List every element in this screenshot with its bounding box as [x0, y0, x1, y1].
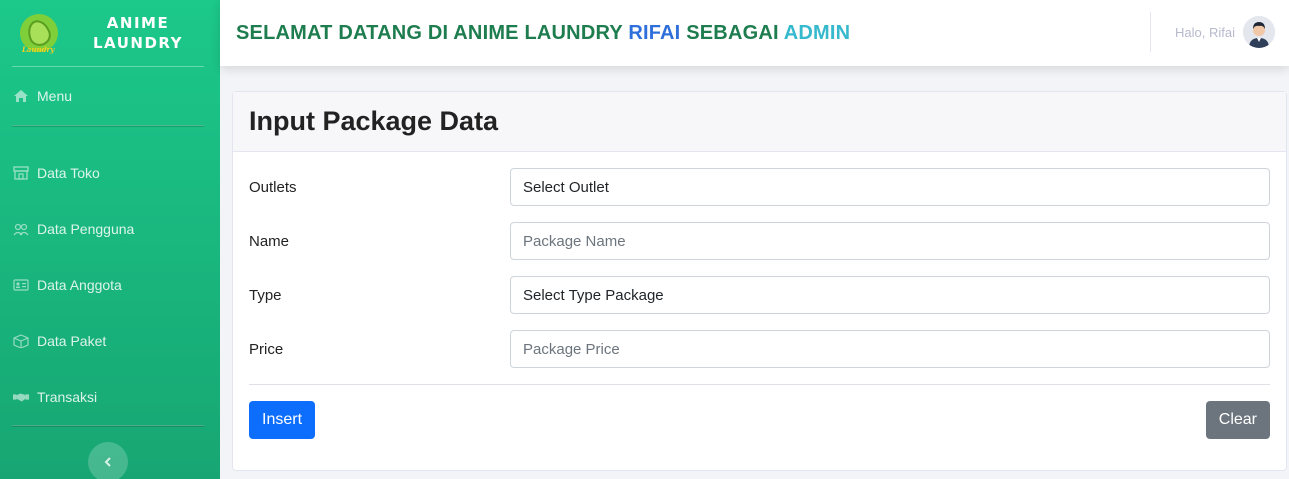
welcome-message: SELAMAT DATANG DI ANIME LAUNDRY RIFAI SE… [236, 21, 851, 44]
package-price-input[interactable] [510, 330, 1270, 368]
user-greeting: Halo, Rifai [1175, 24, 1235, 40]
chevron-left-icon [104, 454, 112, 470]
sidebar-item-label: Transaksi [37, 389, 98, 405]
user-dropdown[interactable]: Halo, Rifai [1150, 12, 1275, 52]
laundry-logo-icon: Laundry [20, 14, 58, 54]
form-row-name: Name [249, 222, 1270, 260]
name-label: Name [249, 232, 290, 250]
sidebar-item-label: Data Paket [37, 333, 107, 349]
avatar [1243, 16, 1275, 48]
welcome-role: ADMIN [783, 21, 851, 44]
handshake-icon [13, 389, 29, 405]
card-header: Input Package Data [233, 92, 1286, 152]
page-title: Input Package Data [249, 106, 499, 136]
outlets-label: Outlets [249, 178, 297, 196]
sidebar-item-data-anggota[interactable]: Data Anggota [0, 257, 220, 313]
form-row-outlets: Outlets Select Outlet [249, 168, 1270, 206]
sidebar-item-label: Data Anggota [37, 277, 122, 293]
form-row-price: Price [249, 330, 1270, 368]
id-card-icon [13, 277, 29, 293]
sidebar-item-data-paket[interactable]: Data Paket [0, 313, 220, 369]
type-label: Type [249, 286, 282, 304]
topbar: SELAMAT DATANG DI ANIME LAUNDRY RIFAI SE… [220, 0, 1289, 66]
sidebar-item-label: Data Pengguna [37, 221, 135, 237]
sidebar: Laundry ANIME LAUNDRY Menu Data Toko Dat… [0, 0, 220, 479]
form-row-type: Type Select Type Package [249, 276, 1270, 314]
type-package-select[interactable]: Select Type Package [510, 276, 1270, 314]
package-form: Outlets Select Outlet Name Type Select T… [233, 152, 1286, 368]
home-icon [13, 88, 29, 104]
box-icon [13, 333, 29, 349]
sidebar-toggle-button[interactable] [88, 442, 128, 479]
sidebar-item-label: Menu [37, 88, 73, 104]
sidebar-item-menu[interactable]: Menu [0, 67, 220, 125]
store-icon [13, 165, 29, 181]
insert-button[interactable]: Insert [249, 401, 316, 439]
brand-name: ANIME LAUNDRY [93, 14, 183, 52]
welcome-user-name: RIFAI [628, 21, 681, 44]
clear-button[interactable]: Clear [1205, 401, 1270, 439]
package-name-input[interactable] [510, 222, 1270, 260]
users-icon [13, 221, 29, 237]
sidebar-item-data-toko[interactable]: Data Toko [0, 145, 220, 201]
outlet-select[interactable]: Select Outlet [510, 168, 1270, 206]
sidebar-divider [12, 425, 204, 427]
sidebar-item-label: Data Toko [37, 165, 100, 181]
input-package-card: Input Package Data Outlets Select Outlet… [232, 91, 1287, 471]
form-actions: Insert Clear [233, 385, 1286, 439]
sidebar-item-data-pengguna[interactable]: Data Pengguna [0, 201, 220, 257]
price-label: Price [249, 340, 284, 358]
brand[interactable]: Laundry ANIME LAUNDRY [0, 0, 220, 66]
sidebar-item-transaksi[interactable]: Transaksi [0, 369, 220, 425]
